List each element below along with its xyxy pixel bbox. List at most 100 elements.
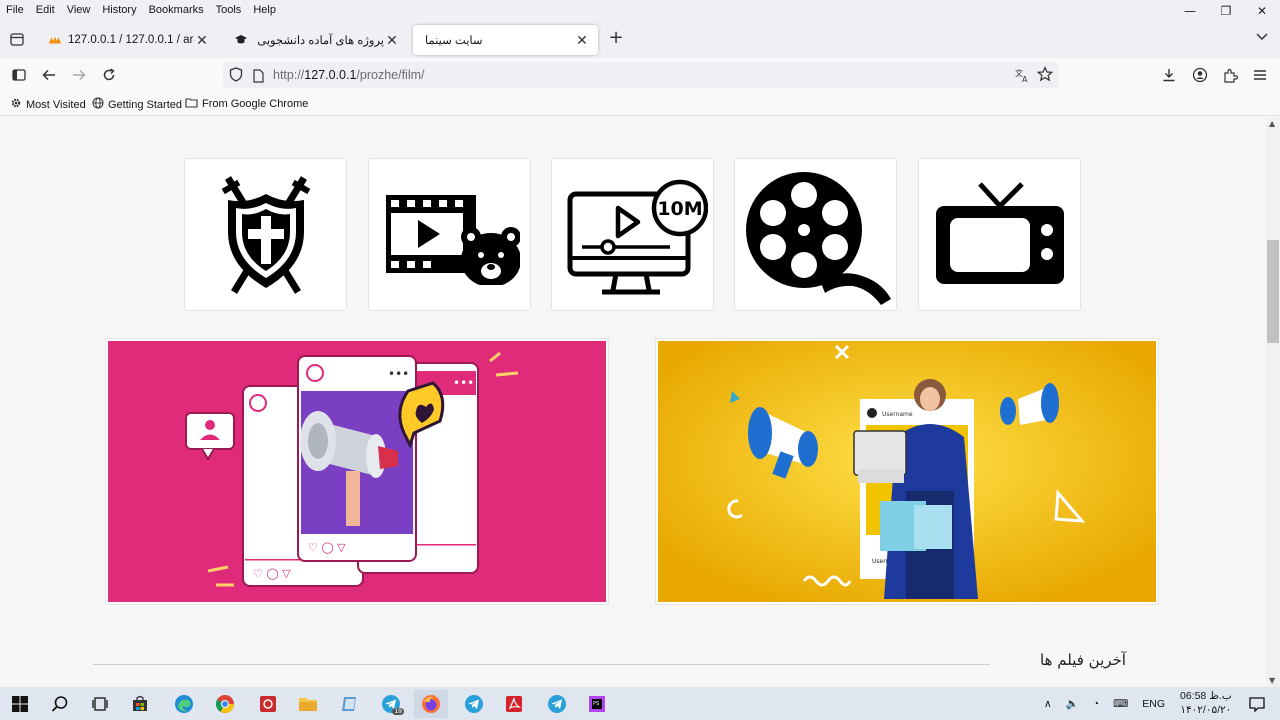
menu-view[interactable]: View: [61, 4, 97, 16]
maximize-icon[interactable]: ❐: [1208, 0, 1244, 22]
svg-text:♡ ◯ ▽: ♡ ◯ ▽: [308, 541, 346, 554]
category-card-action[interactable]: [184, 158, 347, 311]
scroll-thumb[interactable]: [1267, 240, 1279, 343]
category-card-movies[interactable]: [734, 158, 897, 311]
keyboard-icon[interactable]: ⌨: [1113, 698, 1128, 710]
tab-close-icon[interactable]: ✕: [384, 32, 400, 49]
menu-help[interactable]: Help: [247, 4, 282, 16]
svg-text:•••: •••: [453, 376, 474, 390]
notes-app-icon[interactable]: [333, 690, 367, 718]
volume-icon[interactable]: 🔈: [1066, 697, 1079, 710]
bookmark-label: From Google Chrome: [202, 98, 309, 110]
reload-icon[interactable]: [98, 64, 120, 86]
marketing-illustration: ♡ ◯ ▽ ••• ••• ♡ ◯ ▽: [185, 351, 519, 587]
minimize-icon[interactable]: —: [1172, 0, 1208, 22]
back-icon[interactable]: [38, 64, 60, 86]
category-card-tv[interactable]: [918, 158, 1081, 311]
svg-text:A: A: [1022, 75, 1028, 83]
system-tray: ∧ 🔈 ◔ ⌨ ENG: [1044, 687, 1165, 720]
chevron-up-icon[interactable]: ∧: [1044, 698, 1052, 710]
translate-icon[interactable]: 文A: [1014, 67, 1030, 87]
acrobat-icon[interactable]: [497, 690, 531, 718]
tab-title: 127.0.0.1 / 127.0.0.1 / arayeshi |: [68, 34, 194, 46]
navigation-bar: http://127.0.0.1/prozhe/film/ 文A: [0, 58, 1280, 92]
telegram-icon-3[interactable]: [540, 690, 574, 718]
gear-icon: [10, 97, 22, 112]
telegram-icon-2[interactable]: [457, 690, 491, 718]
bookmark-most-visited[interactable]: Most Visited: [10, 97, 86, 112]
shield-icon[interactable]: [229, 67, 243, 86]
menu-file[interactable]: File: [0, 4, 30, 16]
page-icon[interactable]: [253, 68, 264, 87]
banner-online-shopping[interactable]: Username Username 50: [655, 338, 1159, 605]
globe-icon: [92, 97, 104, 112]
banner-image: Username Username 50: [658, 341, 1156, 602]
account-icon[interactable]: [1189, 64, 1211, 86]
extensions-icon[interactable]: [1219, 64, 1241, 86]
svg-text:•••: •••: [388, 367, 409, 381]
svg-text:Username: Username: [882, 411, 913, 418]
bookmark-label: Most Visited: [26, 98, 86, 111]
menu-bookmarks[interactable]: Bookmarks: [143, 4, 210, 16]
clock-date: ۱۴۰۲/۰۵/۲۰: [1180, 704, 1232, 716]
latest-movies-title: آخرین فیلم ها: [1040, 651, 1126, 669]
close-icon[interactable]: ✕: [1244, 0, 1280, 22]
bookmark-star-icon[interactable]: [1036, 66, 1054, 86]
banner-social-marketing[interactable]: ♡ ◯ ▽ ••• ••• ♡ ◯ ▽: [105, 338, 609, 605]
tab-list-icon[interactable]: [6, 28, 28, 50]
folder-icon: [185, 97, 198, 111]
search-icon[interactable]: [43, 690, 77, 718]
tab-title: پروژه های آماده دانشجویی | دانلو: [254, 35, 384, 47]
tab-close-icon[interactable]: ✕: [194, 32, 210, 49]
chrome-icon[interactable]: [208, 690, 242, 718]
tab-title: سایت سینما: [425, 35, 483, 47]
url-text[interactable]: http://127.0.0.1/prozhe/film/: [273, 68, 425, 82]
tab-student-projects[interactable]: پروژه های آماده دانشجویی | دانلو ✕: [226, 25, 408, 55]
scroll-up-icon[interactable]: ▲: [1269, 119, 1275, 128]
menu-history[interactable]: History: [96, 4, 142, 16]
tab-close-icon[interactable]: ✕: [574, 32, 590, 49]
address-bar[interactable]: http://127.0.0.1/prozhe/film/ 文A: [223, 62, 1058, 88]
phpstorm-icon[interactable]: PS: [580, 690, 614, 718]
file-explorer-icon[interactable]: [291, 690, 325, 718]
edge-icon[interactable]: [167, 690, 201, 718]
taskbar: 19 PS ∧ 🔈 ◔ ⌨ ENG 06:58 ب.ظ ۱۴۰۲/۰۵/۲۰: [0, 687, 1280, 720]
svg-text:PS: PS: [593, 701, 599, 707]
clock-time: 06:58 ب.ظ: [1180, 690, 1232, 702]
category-card-kids[interactable]: [368, 158, 531, 311]
graduation-cap-icon: [234, 33, 248, 47]
tv-icon: [935, 181, 1064, 284]
page-scrollbar[interactable]: ▲ ▼: [1266, 117, 1280, 687]
language-indicator[interactable]: ENG: [1142, 698, 1165, 710]
tab-phpmyadmin[interactable]: 127.0.0.1 / 127.0.0.1 / arayeshi | ✕: [40, 25, 218, 55]
notifications-icon[interactable]: [1240, 690, 1274, 718]
clock[interactable]: 06:58 ب.ظ ۱۴۰۲/۰۵/۲۰: [1180, 689, 1232, 717]
notification-badge: 19: [392, 708, 404, 715]
firefox-icon[interactable]: [414, 690, 448, 718]
chevron-down-icon[interactable]: [1256, 30, 1268, 44]
task-view-icon[interactable]: [83, 690, 117, 718]
scroll-down-icon[interactable]: ▼: [1269, 676, 1275, 685]
tab-cinema-site[interactable]: سایت سینما ✕: [413, 25, 598, 55]
telegram-icon[interactable]: 19: [374, 690, 408, 718]
sidebar-toggle-icon[interactable]: [8, 64, 30, 86]
kids-film-icon: [385, 194, 520, 285]
shopping-illustration: Username Username 50: [658, 341, 1156, 602]
anydesk-icon[interactable]: [251, 690, 285, 718]
menu-tools[interactable]: Tools: [210, 4, 248, 16]
category-card-series[interactable]: 10M: [551, 158, 714, 311]
wifi-icon[interactable]: ◔: [1093, 698, 1099, 710]
banner-image: ♡ ◯ ▽ ••• ••• ♡ ◯ ▽: [108, 341, 606, 602]
bookmark-folder-chrome[interactable]: From Google Chrome: [185, 97, 308, 111]
bookmark-getting-started[interactable]: Getting Started: [92, 97, 182, 112]
downloads-icon[interactable]: [1158, 64, 1180, 86]
menu-edit[interactable]: Edit: [30, 4, 61, 16]
app-menu-icon[interactable]: [1249, 64, 1271, 86]
store-icon[interactable]: [123, 690, 157, 718]
shield-swords-icon: [221, 175, 310, 294]
page-content: 10M ♡ ◯ ▽ ••• ••• ♡ ◯ ▽ Username آخرین ف…: [0, 117, 1266, 687]
menu-bar: File Edit View History Bookmarks Tools H…: [0, 0, 1280, 20]
new-tab-button[interactable]: +: [606, 29, 626, 49]
windows-start-icon[interactable]: [3, 690, 37, 718]
forward-icon[interactable]: [68, 64, 90, 86]
